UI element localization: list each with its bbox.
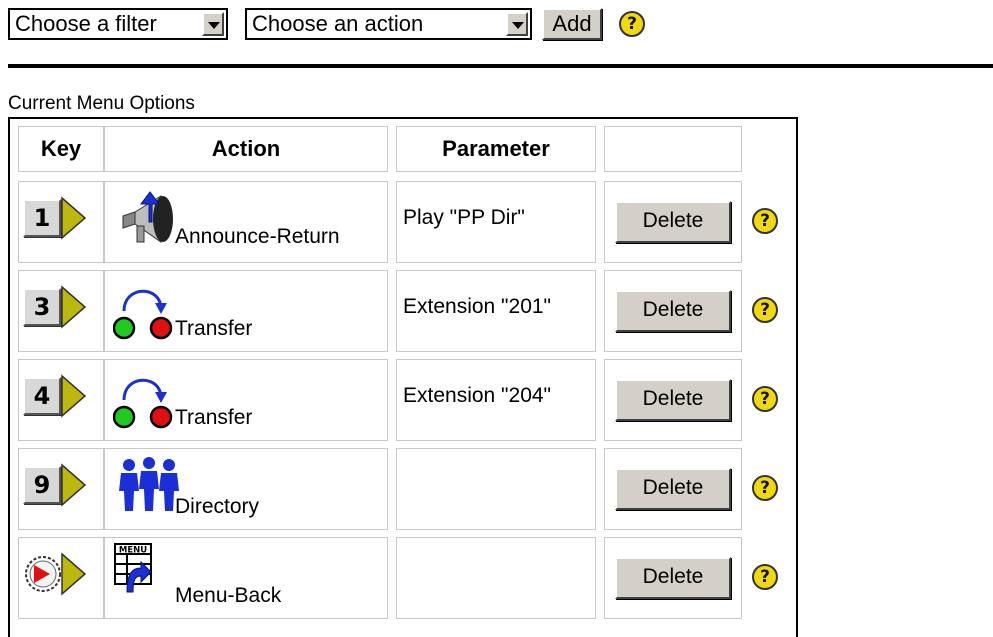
table-row-key-cell xyxy=(18,537,104,619)
header-action: Action xyxy=(104,126,388,172)
table-row-key-cell: 1 xyxy=(18,181,104,263)
section-title: Current Menu Options xyxy=(8,93,195,114)
table-row-parameter: Extension "201" xyxy=(396,270,596,352)
play-arrow-icon xyxy=(61,196,87,240)
play-arrow-icon xyxy=(61,552,87,596)
table-row-key-cell: 9 xyxy=(18,448,104,530)
filter-select-value: Choose a filter xyxy=(15,11,157,36)
chevron-down-icon[interactable] xyxy=(506,12,528,36)
add-button[interactable]: Add xyxy=(542,8,602,40)
help-icon[interactable]: ? xyxy=(752,208,778,234)
help-icon[interactable]: ? xyxy=(752,564,778,590)
action-label: Announce-Return xyxy=(175,225,340,248)
table-row-key-cell: 4 xyxy=(18,359,104,441)
delete-button[interactable]: Delete xyxy=(615,290,731,332)
table-row-delete-cell: Delete xyxy=(604,537,742,619)
action-label: Transfer xyxy=(175,406,253,429)
menu-back-icon: MENU xyxy=(114,543,152,593)
menu-options-table: Key Action Parameter 1 Announce-Return P… xyxy=(8,117,798,637)
table-row-delete-cell: Delete xyxy=(604,270,742,352)
help-icon[interactable]: ? xyxy=(619,11,645,37)
header-key: Key xyxy=(18,126,104,172)
transfer-icon xyxy=(113,289,173,340)
action-select[interactable]: Choose an action xyxy=(245,8,532,40)
header-blank xyxy=(604,126,742,172)
help-icon[interactable]: ? xyxy=(752,297,778,323)
play-arrow-icon xyxy=(61,285,87,329)
chevron-down-icon[interactable] xyxy=(202,12,224,36)
table-row-action-cell: Announce-Return xyxy=(104,181,388,263)
delete-button[interactable]: Delete xyxy=(615,201,731,243)
action-label: Directory xyxy=(175,495,260,518)
table-row-parameter xyxy=(396,448,596,530)
action-label: Menu-Back xyxy=(175,584,282,607)
delete-button[interactable]: Delete xyxy=(615,557,731,599)
filter-select[interactable]: Choose a filter xyxy=(8,8,228,40)
help-icon[interactable]: ? xyxy=(752,386,778,412)
table-row-delete-cell: Delete xyxy=(604,448,742,530)
divider xyxy=(8,64,993,68)
table-row-action-cell: MENU Menu-Back xyxy=(104,537,388,619)
key-9-icon: 9 xyxy=(23,466,61,504)
key-4-icon: 4 xyxy=(23,377,61,415)
transfer-icon xyxy=(113,378,173,429)
announce-return-icon xyxy=(122,191,173,243)
delete-button[interactable]: Delete xyxy=(615,468,731,510)
play-arrow-icon xyxy=(61,374,87,418)
table-row-action-cell: Transfer xyxy=(104,359,388,441)
table-row-delete-cell: Delete xyxy=(604,181,742,263)
table-row-parameter: Play "PP Dir" xyxy=(396,181,596,263)
table-row-parameter xyxy=(396,537,596,619)
table-row-action-cell: Directory xyxy=(104,448,388,530)
table-row-delete-cell: Delete xyxy=(604,359,742,441)
help-icon[interactable]: ? xyxy=(752,475,778,501)
action-select-value: Choose an action xyxy=(252,11,424,36)
table-row-key-cell: 3 xyxy=(18,270,104,352)
delete-button[interactable]: Delete xyxy=(615,379,731,421)
table-row-action-cell: Transfer xyxy=(104,270,388,352)
header-parameter: Parameter xyxy=(396,126,596,172)
key-1-icon: 1 xyxy=(23,199,61,237)
menu-back-icon-text: MENU xyxy=(119,546,147,556)
table-row-parameter: Extension "204" xyxy=(396,359,596,441)
key-3-icon: 3 xyxy=(23,288,61,326)
toolbar: Choose a filter Choose an action Add ? xyxy=(8,8,988,44)
directory-icon xyxy=(119,457,179,511)
action-label: Transfer xyxy=(175,317,253,340)
timeout-key-icon xyxy=(25,556,61,592)
play-arrow-icon xyxy=(61,463,87,507)
